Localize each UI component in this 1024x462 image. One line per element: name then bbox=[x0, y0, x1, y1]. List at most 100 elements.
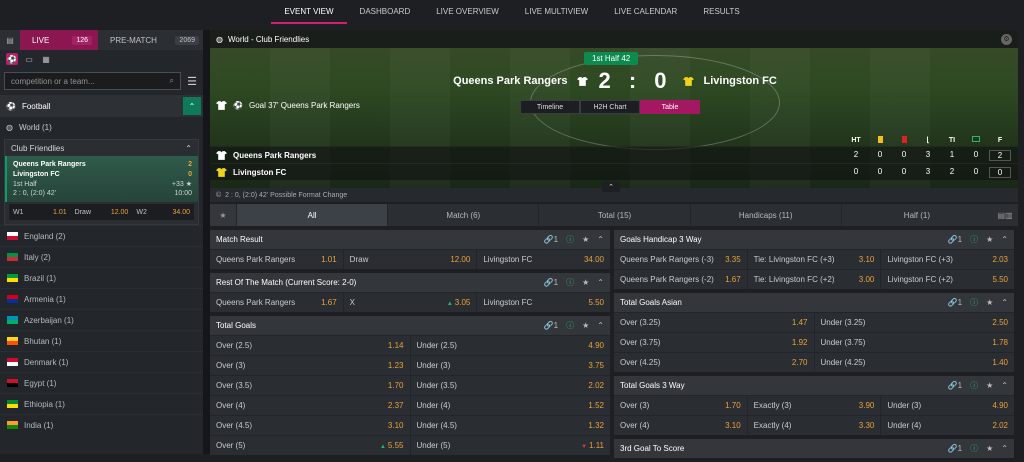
odds-cell[interactable]: Queens Park Rangers 1.67 bbox=[210, 293, 344, 312]
odds-cell[interactable]: Over (4.25) 2.70 bbox=[614, 353, 815, 372]
football-icon[interactable]: ⚽ bbox=[6, 53, 18, 65]
chevron-up-icon[interactable]: ⌃ bbox=[597, 278, 604, 287]
odds-cell[interactable]: Over (3.5) 1.70 bbox=[210, 376, 411, 395]
chevron-up-icon[interactable]: ⌃ bbox=[1001, 235, 1008, 244]
odds-cell[interactable]: Livingston FC 34.00 bbox=[477, 250, 610, 269]
nav-live-overview[interactable]: LIVE OVERVIEW bbox=[423, 0, 512, 24]
stats-icon[interactable]: ⓘ bbox=[566, 277, 574, 288]
settings-icon[interactable]: ⚙ bbox=[1001, 33, 1012, 45]
star-icon[interactable]: ★ bbox=[986, 381, 993, 390]
star-icon[interactable]: ★ bbox=[582, 278, 589, 287]
market-header[interactable]: Match Result 🔗1 ⓘ ★ ⌃ bbox=[210, 230, 610, 249]
country-item[interactable]: Bhutan (1) bbox=[0, 330, 203, 351]
nav-event-view[interactable]: EVENT VIEW bbox=[271, 0, 347, 24]
stats-icon[interactable]: ⓘ bbox=[970, 297, 978, 308]
tab-table[interactable]: Table bbox=[640, 100, 700, 114]
stats-icon[interactable]: ⓘ bbox=[970, 380, 978, 391]
stats-icon[interactable]: ⓘ bbox=[566, 234, 574, 245]
odds-cell[interactable]: Tie: Livingston FC (+3) 3.10 bbox=[748, 250, 882, 269]
country-item[interactable]: Denmark (1) bbox=[0, 351, 203, 372]
odds-cell[interactable]: Over (3.25) 1.47 bbox=[614, 313, 815, 332]
sidebar-toggle-icon[interactable]: ▤ bbox=[0, 30, 20, 50]
nav-results[interactable]: RESULTS bbox=[690, 0, 752, 24]
odds-cell[interactable]: Queens Park Rangers 1.01 bbox=[210, 250, 344, 269]
more-markets[interactable]: +33 bbox=[172, 181, 184, 188]
odds-cell[interactable]: Exactly (3) 3.90 bbox=[748, 396, 882, 415]
market-header[interactable]: Total Goals 🔗1 ⓘ ★ ⌃ bbox=[210, 316, 610, 335]
country-item[interactable]: Ethiopia (1) bbox=[0, 393, 203, 414]
chevron-up-icon[interactable]: ⌃ bbox=[185, 144, 192, 153]
chevron-up-icon[interactable]: ⌃ bbox=[183, 97, 201, 115]
odds-cell[interactable]: Under (3) 4.90 bbox=[881, 396, 1014, 415]
country-item[interactable]: Brazil (1) bbox=[0, 267, 203, 288]
market-header[interactable]: 3rd Goal To Score 🔗1 ⓘ ★ ⌃ bbox=[614, 439, 1014, 458]
odds-cell[interactable]: Under (3) 3.75 bbox=[411, 356, 611, 375]
market-tab[interactable]: Half (1) bbox=[840, 204, 992, 226]
monitor-icon[interactable]: ▭ bbox=[23, 53, 35, 65]
market-header[interactable]: Total Goals Asian 🔗1 ⓘ ★ ⌃ bbox=[614, 293, 1014, 312]
odds-cell[interactable]: Queens Park Rangers (-2) 1.67 bbox=[614, 270, 748, 289]
tab-timeline[interactable]: Timeline bbox=[520, 100, 580, 114]
sport-football[interactable]: ⚽ Football ⌃ bbox=[0, 95, 203, 117]
match-card[interactable]: Queens Park Rangers 2 Livingston FC 0 1st … bbox=[5, 156, 198, 202]
search-input[interactable]: competition or a team... ⌕ bbox=[4, 72, 181, 90]
market-tab[interactable]: Total (15) bbox=[538, 204, 689, 226]
market-tab[interactable]: All bbox=[236, 204, 388, 226]
stats-icon[interactable]: ⓘ bbox=[970, 234, 978, 245]
stats-icon[interactable]: ⓘ bbox=[566, 320, 574, 331]
chevron-up-icon[interactable]: ⌃ bbox=[1001, 298, 1008, 307]
market-tab[interactable]: Match (6) bbox=[387, 204, 538, 226]
odds-cell[interactable]: Under (2.5) 4.90 bbox=[411, 336, 611, 355]
star-icon[interactable]: ★ bbox=[582, 235, 589, 244]
nav-live-multiview[interactable]: LIVE MULTIVIEW bbox=[512, 0, 601, 24]
market-tab[interactable]: Handicaps (11) bbox=[689, 204, 841, 226]
odds-cell[interactable]: Over (5) ▲ 5.55 bbox=[210, 436, 411, 455]
card-odd-draw[interactable]: Draw 12.00 bbox=[70, 204, 133, 220]
odds-cell[interactable]: X ▲ 3.05 bbox=[344, 293, 478, 312]
link-icon[interactable]: 🔗 bbox=[948, 235, 958, 244]
odds-cell[interactable]: Tie: Livingston FC (+2) 3.00 bbox=[748, 270, 882, 289]
odds-cell[interactable]: Livingston FC 5.50 bbox=[477, 293, 610, 312]
menu-icon[interactable]: ☰ bbox=[185, 75, 199, 88]
chevron-up-icon[interactable]: ⌃ bbox=[597, 321, 604, 330]
odds-cell[interactable]: Exactly (4) 3.30 bbox=[748, 416, 882, 435]
link-icon[interactable]: 🔗 bbox=[948, 444, 958, 453]
country-item[interactable]: England (2) bbox=[0, 225, 203, 246]
odds-cell[interactable]: Draw 12.00 bbox=[344, 250, 478, 269]
country-item[interactable]: India (1) bbox=[0, 414, 203, 435]
odds-cell[interactable]: Over (4) 3.10 bbox=[614, 416, 748, 435]
odds-cell[interactable]: Under (4.5) 1.32 bbox=[411, 416, 611, 435]
card-odd-w1[interactable]: W1 1.01 bbox=[9, 204, 71, 220]
region-world[interactable]: ◍ World (1) bbox=[0, 117, 203, 137]
stats-icon[interactable]: ⓘ bbox=[970, 443, 978, 454]
tab-h2h-chart[interactable]: H2H Chart bbox=[580, 100, 640, 114]
odds-cell[interactable]: Under (4.25) 1.40 bbox=[815, 353, 1015, 372]
odds-cell[interactable]: Livingston FC (+3) 2.03 bbox=[881, 250, 1014, 269]
layout-toggle-icon[interactable]: ▤▥ bbox=[992, 204, 1018, 226]
market-header[interactable]: Rest Of The Match (Current Score: 2-0) 🔗1… bbox=[210, 273, 610, 292]
star-icon[interactable]: ★ bbox=[986, 444, 993, 453]
link-icon[interactable]: 🔗 bbox=[544, 321, 554, 330]
odds-cell[interactable]: Under (4) 2.02 bbox=[881, 416, 1014, 435]
odds-cell[interactable]: Under (5) ▼ 1.11 bbox=[411, 436, 611, 455]
odds-cell[interactable]: Over (4) 2.37 bbox=[210, 396, 411, 415]
market-header[interactable]: Total Goals 3 Way 🔗1 ⓘ ★ ⌃ bbox=[614, 376, 1014, 395]
star-icon[interactable]: ★ bbox=[186, 181, 192, 188]
tab-live[interactable]: LIVE 126 bbox=[20, 30, 98, 50]
nav-dashboard[interactable]: DASHBOARD bbox=[347, 0, 424, 24]
competition-header[interactable]: Club Friendlies ⌃ bbox=[5, 140, 198, 156]
country-item[interactable]: Italy (2) bbox=[0, 246, 203, 267]
link-icon[interactable]: 🔗 bbox=[544, 235, 554, 244]
chevron-up-icon[interactable]: ⌃ bbox=[602, 182, 620, 192]
link-icon[interactable]: 🔗 bbox=[948, 381, 958, 390]
card-odd-w2[interactable]: W2 34.00 bbox=[132, 204, 195, 220]
country-item[interactable]: Armenia (1) bbox=[0, 288, 203, 309]
link-icon[interactable]: 🔗 bbox=[544, 278, 554, 287]
odds-cell[interactable]: Under (3.5) 2.02 bbox=[411, 376, 611, 395]
odds-cell[interactable]: Over (2.5) 1.14 bbox=[210, 336, 411, 355]
market-header[interactable]: Goals Handicap 3 Way 🔗1 ⓘ ★ ⌃ bbox=[614, 230, 1014, 249]
odds-cell[interactable]: Under (4) 1.52 bbox=[411, 396, 611, 415]
star-icon[interactable]: ★ bbox=[582, 321, 589, 330]
country-item[interactable]: Egypt (1) bbox=[0, 372, 203, 393]
country-item[interactable]: Azerbaijan (1) bbox=[0, 309, 203, 330]
